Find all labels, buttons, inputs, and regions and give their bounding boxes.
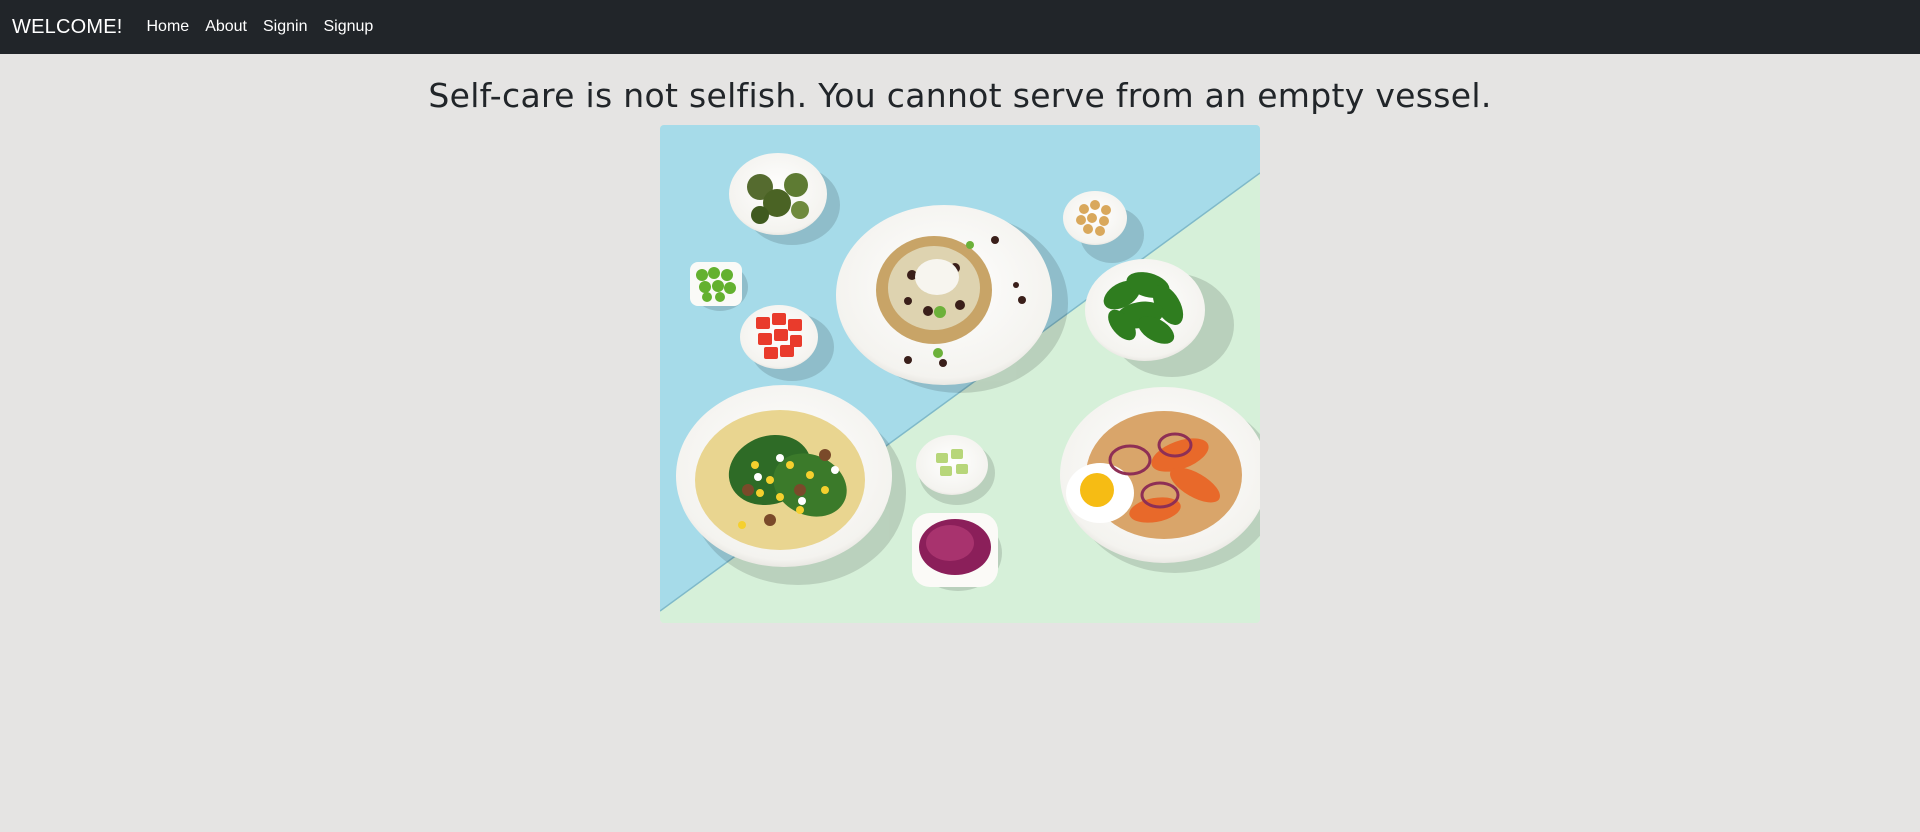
nav-link-signin[interactable]: Signin [263, 18, 307, 36]
potato-plate [836, 205, 1052, 385]
taco-plate [676, 385, 892, 567]
spinach-bowl [1085, 259, 1205, 361]
quote-heading: Self-care is not selfish. You cannot ser… [428, 76, 1492, 115]
nav-link-home[interactable]: Home [147, 18, 190, 36]
nav-link-about[interactable]: About [205, 18, 247, 36]
cabbage-bowl [912, 513, 998, 587]
avocado-bowl [916, 435, 988, 495]
broccoli-bowl [729, 153, 827, 235]
egg-plate [1060, 387, 1260, 563]
nav-link-signup[interactable]: Signup [323, 18, 373, 36]
edamame-bowl [690, 262, 742, 306]
navbar: WELCOME! Home About Signin Signup [0, 0, 1920, 54]
hero-image [660, 125, 1260, 623]
chickpea-bowl [1063, 191, 1127, 245]
food-photo-illustration [660, 125, 1260, 623]
tomato-bowl [740, 305, 818, 369]
brand-link[interactable]: WELCOME! [12, 16, 123, 39]
